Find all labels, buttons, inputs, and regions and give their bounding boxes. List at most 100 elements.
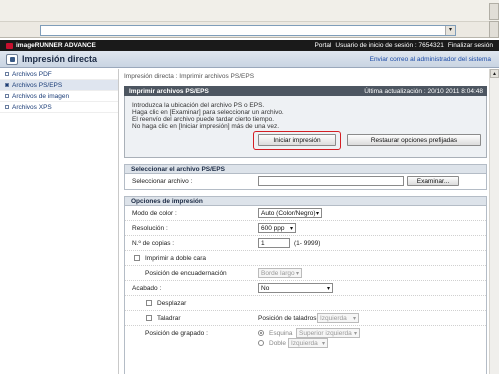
print-options-heading: Opciones de impresión — [124, 196, 487, 206]
offset-row: Desplazar — [125, 296, 486, 311]
window-control[interactable] — [489, 21, 499, 38]
finishing-value: No — [261, 285, 270, 292]
window-control[interactable] — [489, 3, 499, 20]
chevron-down-icon: ▾ — [289, 226, 293, 232]
color-mode-label: Modo de color : — [132, 210, 177, 217]
sidebar-item-label: Archivos PDF — [12, 70, 52, 78]
scroll-up-icon[interactable]: ▲ — [490, 69, 499, 78]
duplex-checkbox[interactable] — [134, 255, 140, 261]
binding-value: Borde largo — [261, 270, 295, 277]
file-row: Seleccionar archivo : Examinar... — [125, 174, 486, 189]
instruction-line: Introduzca la ubicación del archivo PS o… — [132, 102, 265, 109]
brand: imageRUNNER ADVANCE — [6, 42, 96, 49]
finishing-label: Acabado : — [132, 285, 162, 292]
restore-defaults-button[interactable]: Restaurar opciones prefijadas — [347, 134, 481, 146]
chevron-down-icon: ▾ — [321, 341, 325, 347]
double-row: Doble Izquierda ▾ — [125, 338, 486, 350]
duplex-row: Imprimir a doble cara — [125, 251, 486, 266]
chevron-down-icon: ▾ — [315, 211, 319, 217]
admin-email-link[interactable]: Enviar correo al administrador del siste… — [370, 56, 491, 63]
color-mode-row: Modo de color : Auto (Color/Negro) ▾ — [125, 206, 486, 221]
start-print-button[interactable]: Iniciar impresión — [258, 134, 336, 146]
instruction-line: No haga clic en [Iniciar impresión] más … — [132, 123, 280, 130]
portal-link[interactable]: Portal — [314, 42, 331, 49]
sidebar-item-ps-eps[interactable]: Archivos PS/EPS — [0, 80, 118, 91]
double-radio[interactable] — [258, 340, 264, 346]
browser-chrome: ▾ — [0, 0, 499, 38]
finishing-row: Acabado : No ▾ — [125, 281, 486, 296]
color-mode-select[interactable]: Auto (Color/Negro) ▾ — [258, 208, 322, 218]
logout-link[interactable]: Finalizar sesión — [448, 42, 493, 49]
punch-position-label: Posición de taladros — [258, 315, 317, 322]
resolution-row: Resolución : 600 ppp ▾ — [125, 221, 486, 236]
sidebar-item-pdf[interactable]: Archivos PDF — [0, 69, 118, 80]
canon-logo-icon — [6, 42, 13, 49]
bullet-icon — [5, 105, 9, 109]
bullet-icon — [5, 94, 9, 98]
corner-label: Esquina — [269, 330, 293, 337]
binding-row: Posición de encuadernación Borde largo ▾ — [125, 266, 486, 281]
panel-body: Introduzca la ubicación del archivo PS o… — [124, 96, 487, 158]
print-options-section: Modo de color : Auto (Color/Negro) ▾ Res… — [124, 206, 487, 374]
punch-checkbox[interactable] — [146, 315, 152, 321]
resolution-select[interactable]: 600 ppp ▾ — [258, 223, 296, 233]
offset-label: Desplazar — [157, 300, 187, 307]
punch-row: Taladrar Posición de taladros Izquierda … — [125, 311, 486, 326]
chevron-down-icon: ▾ — [326, 286, 330, 292]
punch-label: Taladrar — [157, 315, 181, 322]
browse-button[interactable]: Examinar... — [407, 176, 459, 186]
chevron-down-icon: ▾ — [295, 271, 299, 277]
app-header: imageRUNNER ADVANCE Portal Usuario de in… — [0, 40, 499, 51]
select-file-heading: Seleccionar el archivo PS/EPS — [124, 164, 487, 174]
sidebar-item-label: Archivos de imagen — [12, 92, 70, 100]
staple-label: Posición de grapado : — [145, 330, 208, 337]
brand-name: imageRUNNER ADVANCE — [16, 42, 96, 49]
resolution-label: Resolución : — [132, 225, 168, 232]
sidebar-item-xps[interactable]: Archivos XPS — [0, 102, 118, 113]
staple-row: Posición de grapado : Esquina Superior i… — [125, 326, 486, 338]
duplex-label: Imprimir a doble cara — [145, 255, 207, 262]
sidebar-item-image[interactable]: Archivos de imagen — [0, 91, 118, 102]
address-bar[interactable]: ▾ — [40, 25, 456, 36]
double-select[interactable]: Izquierda ▾ — [288, 338, 328, 348]
browser-toolbar — [0, 0, 499, 22]
file-path-input[interactable] — [258, 176, 404, 186]
double-label: Doble — [269, 340, 286, 347]
binding-label: Posición de encuadernación — [145, 270, 227, 277]
binding-select[interactable]: Borde largo ▾ — [258, 268, 302, 278]
select-file-section: Seleccionar archivo : Examinar... — [124, 174, 487, 190]
punch-position-select[interactable]: Izquierda ▾ — [317, 313, 359, 323]
corner-select[interactable]: Superior izquierda ▾ — [296, 328, 360, 338]
address-dropdown-icon[interactable]: ▾ — [445, 26, 455, 35]
bullet-icon — [5, 72, 9, 76]
chevron-down-icon: ▾ — [353, 331, 357, 337]
instruction-line: El reenvío del archivo puede tardar cier… — [132, 116, 274, 123]
chevron-down-icon: ▾ — [352, 316, 356, 322]
copies-input[interactable]: 1 — [258, 238, 290, 248]
sidebar: Archivos PDF Archivos PS/EPS Archivos de… — [0, 69, 119, 374]
resolution-value: 600 ppp — [261, 225, 285, 232]
color-mode-value: Auto (Color/Negro) — [261, 210, 316, 217]
direct-print-icon — [6, 54, 18, 65]
page-title: Impresión directa — [22, 54, 98, 64]
panel-header: Imprimir archivos PS/EPS Última actualiz… — [124, 86, 487, 96]
breadcrumb: Impresión directa : Imprimir archivos PS… — [124, 73, 255, 80]
corner-radio[interactable] — [258, 330, 264, 336]
login-user: Usuario de inicio de sesión : 7654321 — [335, 42, 444, 49]
bullet-icon — [5, 83, 9, 87]
punch-position-value: Izquierda — [320, 315, 347, 322]
user-area: Portal Usuario de inicio de sesión : 765… — [314, 42, 493, 49]
main-content: Impresión directa : Imprimir archivos PS… — [124, 69, 487, 374]
file-label: Seleccionar archivo : — [132, 178, 193, 185]
last-update: Última actualización : 20/10 2011 8:04:4… — [364, 88, 483, 95]
vertical-scrollbar[interactable]: ▲ — [489, 69, 499, 374]
corner-value: Superior izquierda — [299, 330, 352, 337]
sidebar-item-label: Archivos PS/EPS — [12, 81, 63, 89]
sidebar-item-label: Archivos XPS — [12, 103, 52, 111]
copies-row: N.º de copias : 1 (1- 9999) — [125, 236, 486, 251]
finishing-select[interactable]: No ▾ — [258, 283, 333, 293]
offset-checkbox[interactable] — [146, 300, 152, 306]
copies-label: N.º de copias : — [132, 240, 175, 247]
page-header: Impresión directa Enviar correo al admin… — [0, 51, 499, 68]
double-value: Izquierda — [291, 340, 318, 347]
